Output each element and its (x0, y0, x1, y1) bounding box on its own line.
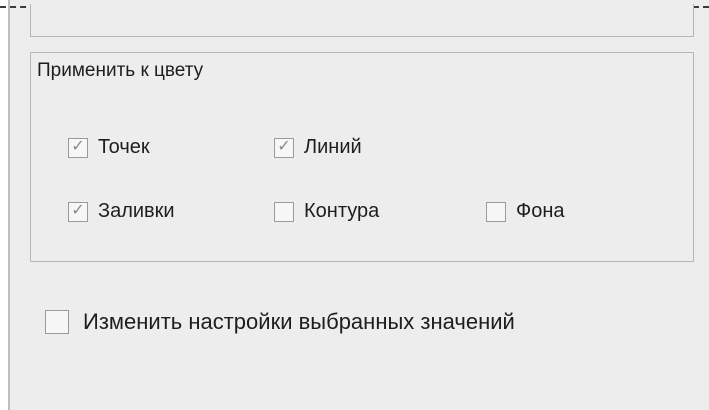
checkbox-background-label: Фона (516, 200, 565, 222)
checkbox-lines-box[interactable]: ✓ (274, 137, 294, 158)
checkbox-fill-box[interactable]: ✓ (68, 201, 88, 222)
checkbox-fill-label: Заливки (98, 200, 175, 222)
checkbox-points[interactable]: ✓ Точек (68, 136, 150, 159)
checkbox-outline[interactable]: Контура (274, 200, 379, 223)
checkbox-fill[interactable]: ✓ Заливки (68, 200, 175, 223)
checkbox-change-selected-label: Изменить настройки выбранных значений (83, 309, 515, 334)
checkbox-change-selected-settings[interactable]: Изменить настройки выбранных значений (45, 309, 515, 335)
checkbox-background[interactable]: Фона (486, 200, 565, 223)
checkbox-outline-box[interactable] (274, 201, 294, 222)
checkbox-points-box[interactable]: ✓ (68, 137, 88, 158)
checkmark-icon: ✓ (277, 137, 291, 155)
checkbox-change-selected-box[interactable] (45, 310, 69, 334)
checkmark-icon: ✓ (71, 137, 85, 155)
checkmark-icon: ✓ (71, 201, 85, 219)
checkbox-lines-label: Линий (304, 136, 362, 158)
checkbox-points-label: Точек (98, 136, 150, 158)
checkbox-outline-label: Контура (304, 200, 380, 222)
apply-color-group-title: Применить к цвету (37, 60, 204, 81)
checkbox-lines[interactable]: ✓ Линий (274, 136, 362, 159)
checkbox-background-box[interactable] (486, 201, 506, 222)
previous-group-box (30, 4, 694, 37)
